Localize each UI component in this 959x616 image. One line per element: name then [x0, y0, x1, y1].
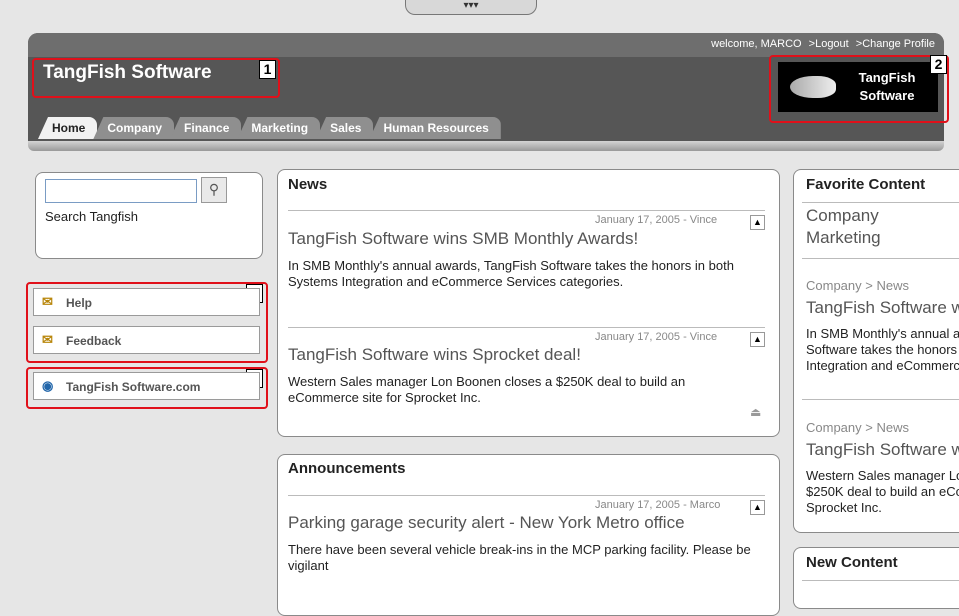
announcement-headline[interactable]: Parking garage security alert - New York…	[288, 513, 685, 533]
favorite-link-marketing[interactable]: Marketing	[806, 228, 881, 248]
annotation-box-1	[32, 58, 280, 98]
favorite-body: Western Sales manager Lon Boonen closes …	[806, 468, 959, 515]
divider	[802, 580, 959, 581]
tab-finance[interactable]: Finance	[170, 117, 242, 139]
news-headline[interactable]: TangFish Software wins SMB Monthly Award…	[288, 229, 638, 249]
tab-sales[interactable]: Sales	[316, 117, 374, 139]
annotation-badge-1: 1	[259, 60, 276, 79]
web-page-icon: ◉	[42, 378, 54, 393]
announcements-title: Announcements	[288, 460, 406, 477]
search-label: Search Tangfish	[45, 209, 138, 224]
tab-human-resources[interactable]: Human Resources	[369, 117, 501, 139]
home-icon[interactable]: ▲	[750, 500, 765, 515]
breadcrumb: Company > News	[806, 278, 909, 293]
announcements-panel	[277, 454, 780, 616]
favorite-body: In SMB Monthly's annual awards, TangFish…	[806, 326, 959, 373]
annotation-box-2	[769, 55, 949, 123]
divider	[802, 258, 959, 259]
announcement-body: There have been several vehicle break-in…	[288, 542, 751, 573]
news-meta: January 17, 2005 - Vince	[595, 214, 718, 226]
search-button[interactable]: ⚲	[201, 177, 227, 203]
divider	[288, 210, 765, 211]
feedback-button[interactable]: ✉ Feedback	[33, 326, 260, 354]
eject-icon[interactable]: ⏏	[750, 405, 761, 419]
tab-company[interactable]: Company	[93, 117, 175, 139]
help-button[interactable]: ✉ Help	[33, 288, 260, 316]
search-icon: ⚲	[208, 181, 220, 197]
news-meta: January 17, 2005 - Vince	[595, 331, 718, 343]
home-icon[interactable]: ▲	[750, 332, 765, 347]
favorite-headline[interactable]: TangFish Software wins Sprocket deal!	[806, 440, 959, 460]
news-headline[interactable]: TangFish Software wins Sprocket deal!	[288, 345, 581, 365]
main-tabs: Home Company Finance Marketing Sales Hum…	[38, 117, 501, 141]
envelope-icon: ✉	[42, 332, 53, 347]
divider	[288, 327, 765, 328]
favorite-link-company[interactable]: Company	[806, 206, 879, 226]
envelope-icon: ✉	[42, 294, 53, 309]
news-title: News	[288, 176, 328, 193]
news-body: Western Sales manager Lon Boonen closes …	[288, 374, 686, 405]
user-links: welcome, MARCO >Logout >Change Profile	[707, 38, 935, 50]
announcement-meta: January 17, 2005 - Marco	[595, 499, 721, 511]
divider	[802, 399, 959, 400]
change-profile-link[interactable]: >Change Profile	[856, 38, 935, 50]
top-collapse-handle[interactable]: ▾▾▾	[405, 0, 537, 15]
divider	[288, 495, 765, 496]
divider	[802, 202, 959, 203]
search-input[interactable]	[45, 179, 197, 203]
annotation-badge-2: 2	[930, 55, 947, 74]
logout-link[interactable]: >Logout	[809, 38, 849, 50]
home-icon[interactable]: ▲	[750, 215, 765, 230]
tangfish-site-link[interactable]: ◉ TangFish Software.com	[33, 372, 260, 400]
favorite-content-panel: Favorite Content Company Marketing Compa…	[793, 169, 959, 533]
news-body: In SMB Monthly's annual awards, TangFish…	[288, 258, 734, 289]
tab-marketing[interactable]: Marketing	[237, 117, 321, 139]
tab-home[interactable]: Home	[38, 117, 98, 139]
breadcrumb: Company > News	[806, 420, 909, 435]
welcome-text: welcome, MARCO	[711, 38, 802, 50]
new-content-panel: New Content	[793, 547, 959, 609]
new-content-title: New Content	[806, 554, 898, 571]
tab-underbar	[28, 141, 944, 151]
favorite-content-title: Favorite Content	[806, 176, 926, 193]
favorite-headline[interactable]: TangFish Software wins SMB Monthly Award…	[806, 298, 959, 318]
